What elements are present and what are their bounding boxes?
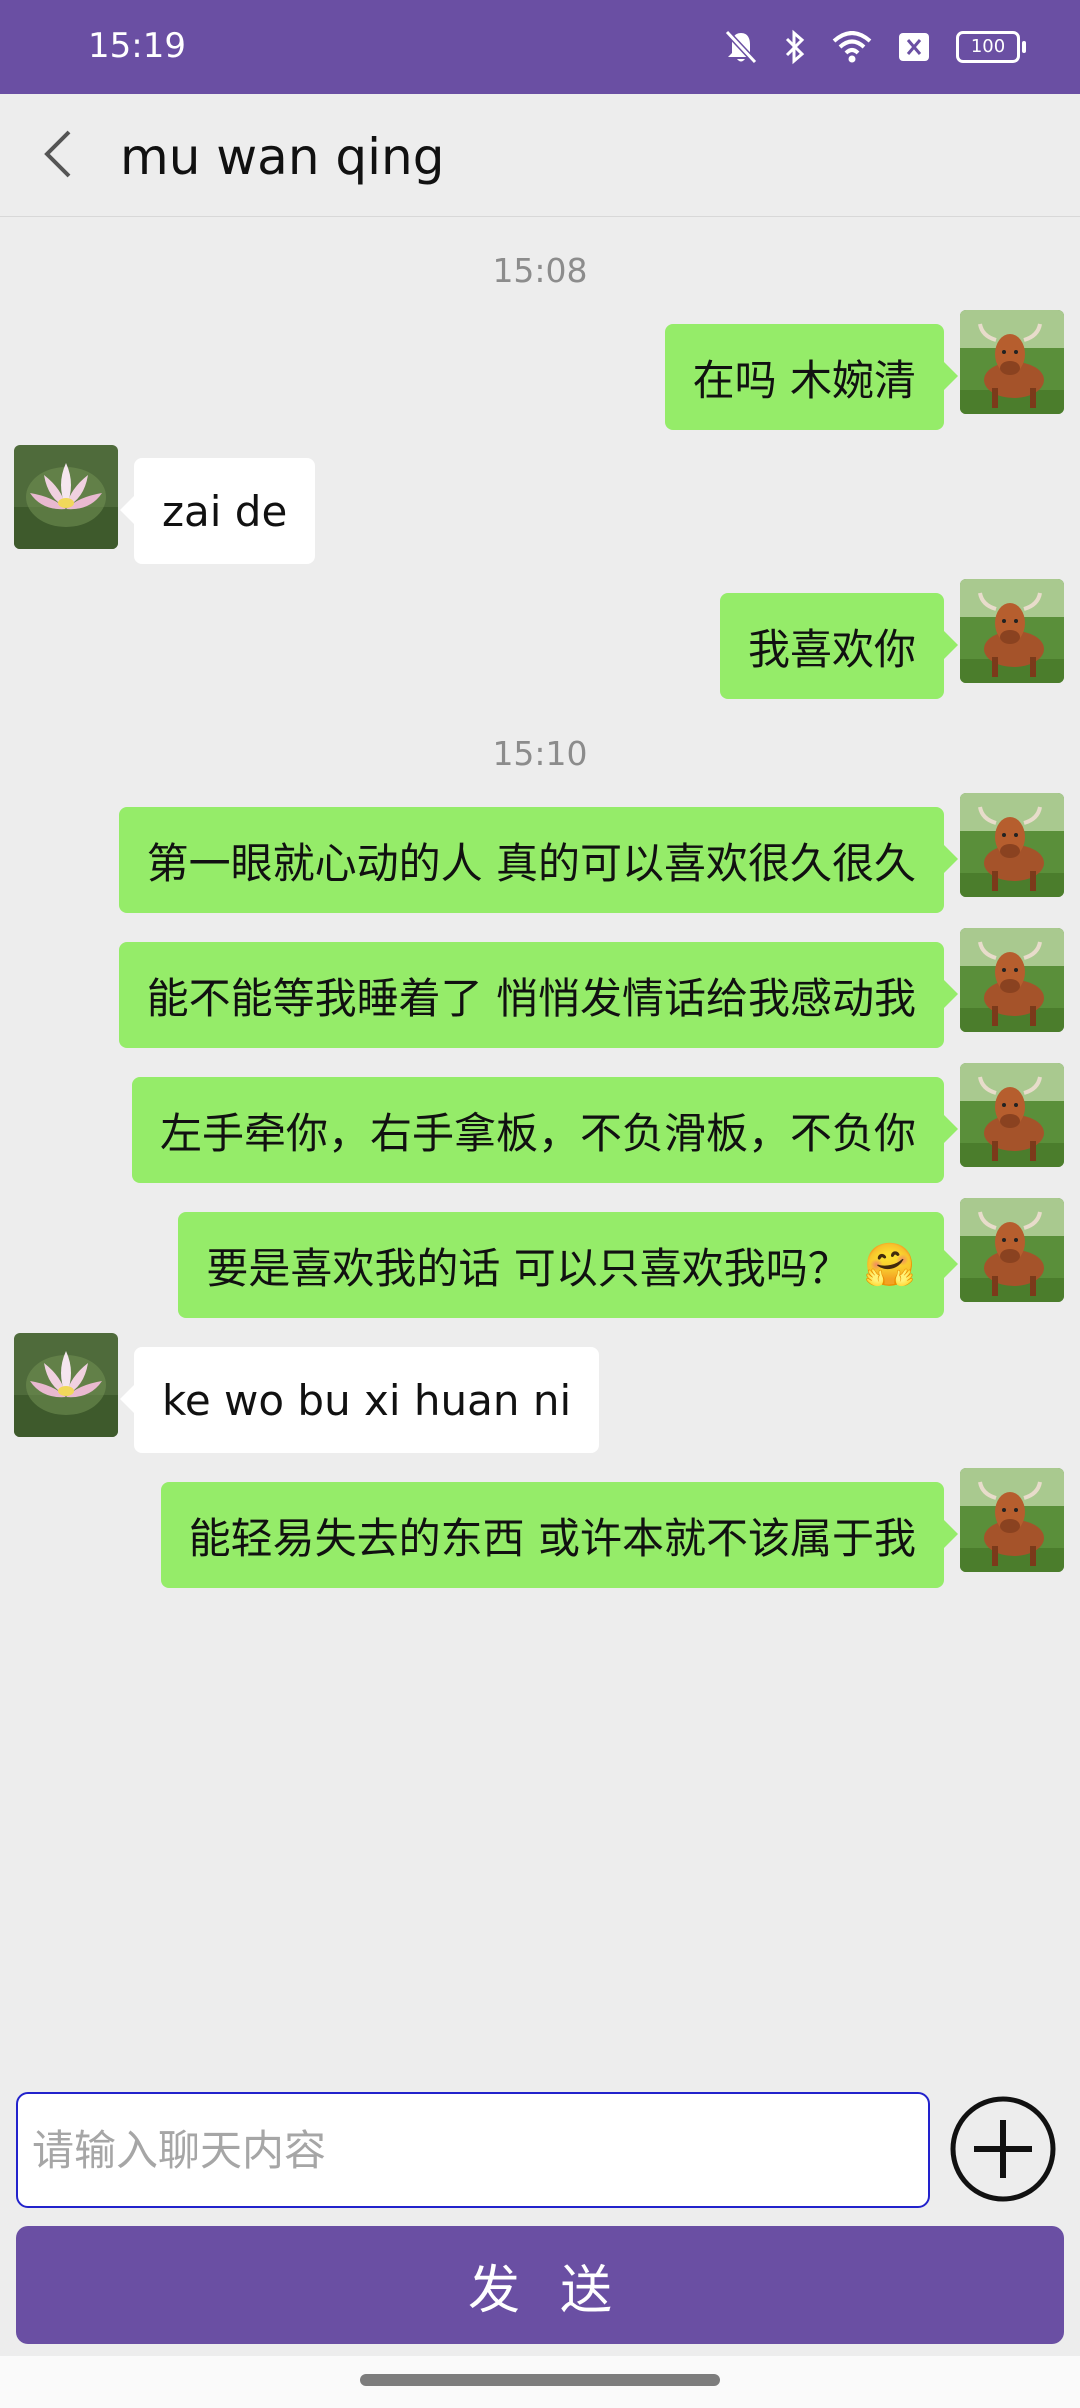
message-text: 我喜欢你	[747, 624, 916, 674]
cow-avatar[interactable]	[960, 793, 1064, 897]
cow-avatar[interactable]	[960, 928, 1064, 1032]
timestamp: 15:10	[492, 734, 588, 773]
message-text: zai de	[162, 486, 288, 536]
battery-icon: 100	[956, 31, 1026, 63]
message-bubble-outgoing[interactable]: 能不能等我睡着了 悄悄发情话给我感动我	[118, 942, 959, 1048]
hug-emoji: 🤗	[863, 1240, 916, 1289]
back-button[interactable]	[32, 124, 82, 184]
message-bubble-outgoing[interactable]: 要是喜欢我的话 可以只喜欢我吗？ 🤗	[178, 1212, 958, 1318]
nav-bar	[0, 2356, 1080, 2408]
message-bubble-incoming[interactable]: zai de	[119, 458, 316, 564]
bluetooth-icon	[785, 29, 805, 65]
message-list[interactable]: 15:08 在吗 木婉清 zai de 我喜欢你 15:10 第一眼就心动的人 …	[0, 217, 1080, 2077]
chat-header: mu wan qing	[0, 94, 1080, 217]
message-bubble-outgoing[interactable]: 第一眼就心动的人 真的可以喜欢很久很久	[118, 807, 959, 913]
message-bubble-outgoing[interactable]: 左手牵你，右手拿板，不负滑板，不负你	[131, 1077, 959, 1183]
bell-off-icon	[724, 29, 758, 65]
timestamp: 15:08	[492, 251, 588, 290]
composer	[0, 2080, 1080, 2230]
chat-input[interactable]	[16, 2092, 930, 2208]
cow-avatar[interactable]	[960, 310, 1064, 414]
send-label: 发送	[467, 2260, 652, 2321]
cow-avatar[interactable]	[960, 1468, 1064, 1572]
cow-avatar[interactable]	[960, 1063, 1064, 1167]
wifi-icon	[832, 31, 872, 63]
chat-title: mu wan qing	[120, 128, 445, 186]
message-text: 左手牵你，右手拿板，不负滑板，不负你	[159, 1108, 916, 1158]
message-bubble-outgoing[interactable]: 我喜欢你	[719, 593, 959, 699]
message-text: ke wo bu xi huan ni	[162, 1375, 572, 1425]
lotus-avatar[interactable]	[14, 445, 118, 549]
message-bubble-outgoing[interactable]: 在吗 木婉清	[664, 324, 959, 430]
message-bubble-incoming[interactable]: ke wo bu xi huan ni	[119, 1347, 600, 1453]
message-text: 能不能等我睡着了 悄悄发情话给我感动我	[146, 973, 916, 1023]
message-text: 第一眼就心动的人 真的可以喜欢很久很久	[146, 838, 916, 888]
status-time: 15:19	[88, 26, 186, 66]
sim-x-icon	[899, 33, 929, 61]
status-bar: 15:19 100	[0, 0, 1080, 94]
cow-avatar[interactable]	[960, 1198, 1064, 1302]
status-icons: 100	[724, 22, 1026, 72]
cow-avatar[interactable]	[960, 579, 1064, 683]
message-bubble-outgoing[interactable]: 能轻易失去的东西 或许本就不该属于我	[160, 1482, 959, 1588]
send-button[interactable]: 发送	[16, 2226, 1064, 2344]
plus-circle-icon[interactable]	[948, 2094, 1058, 2204]
home-indicator[interactable]	[360, 2374, 720, 2386]
message-text: 在吗 木婉清	[692, 355, 916, 405]
message-text: 要是喜欢我的话 可以只喜欢我吗？	[206, 1243, 850, 1293]
lotus-avatar[interactable]	[14, 1333, 118, 1437]
back-arrow-icon	[44, 130, 71, 178]
message-text: 能轻易失去的东西 或许本就不该属于我	[188, 1513, 916, 1563]
